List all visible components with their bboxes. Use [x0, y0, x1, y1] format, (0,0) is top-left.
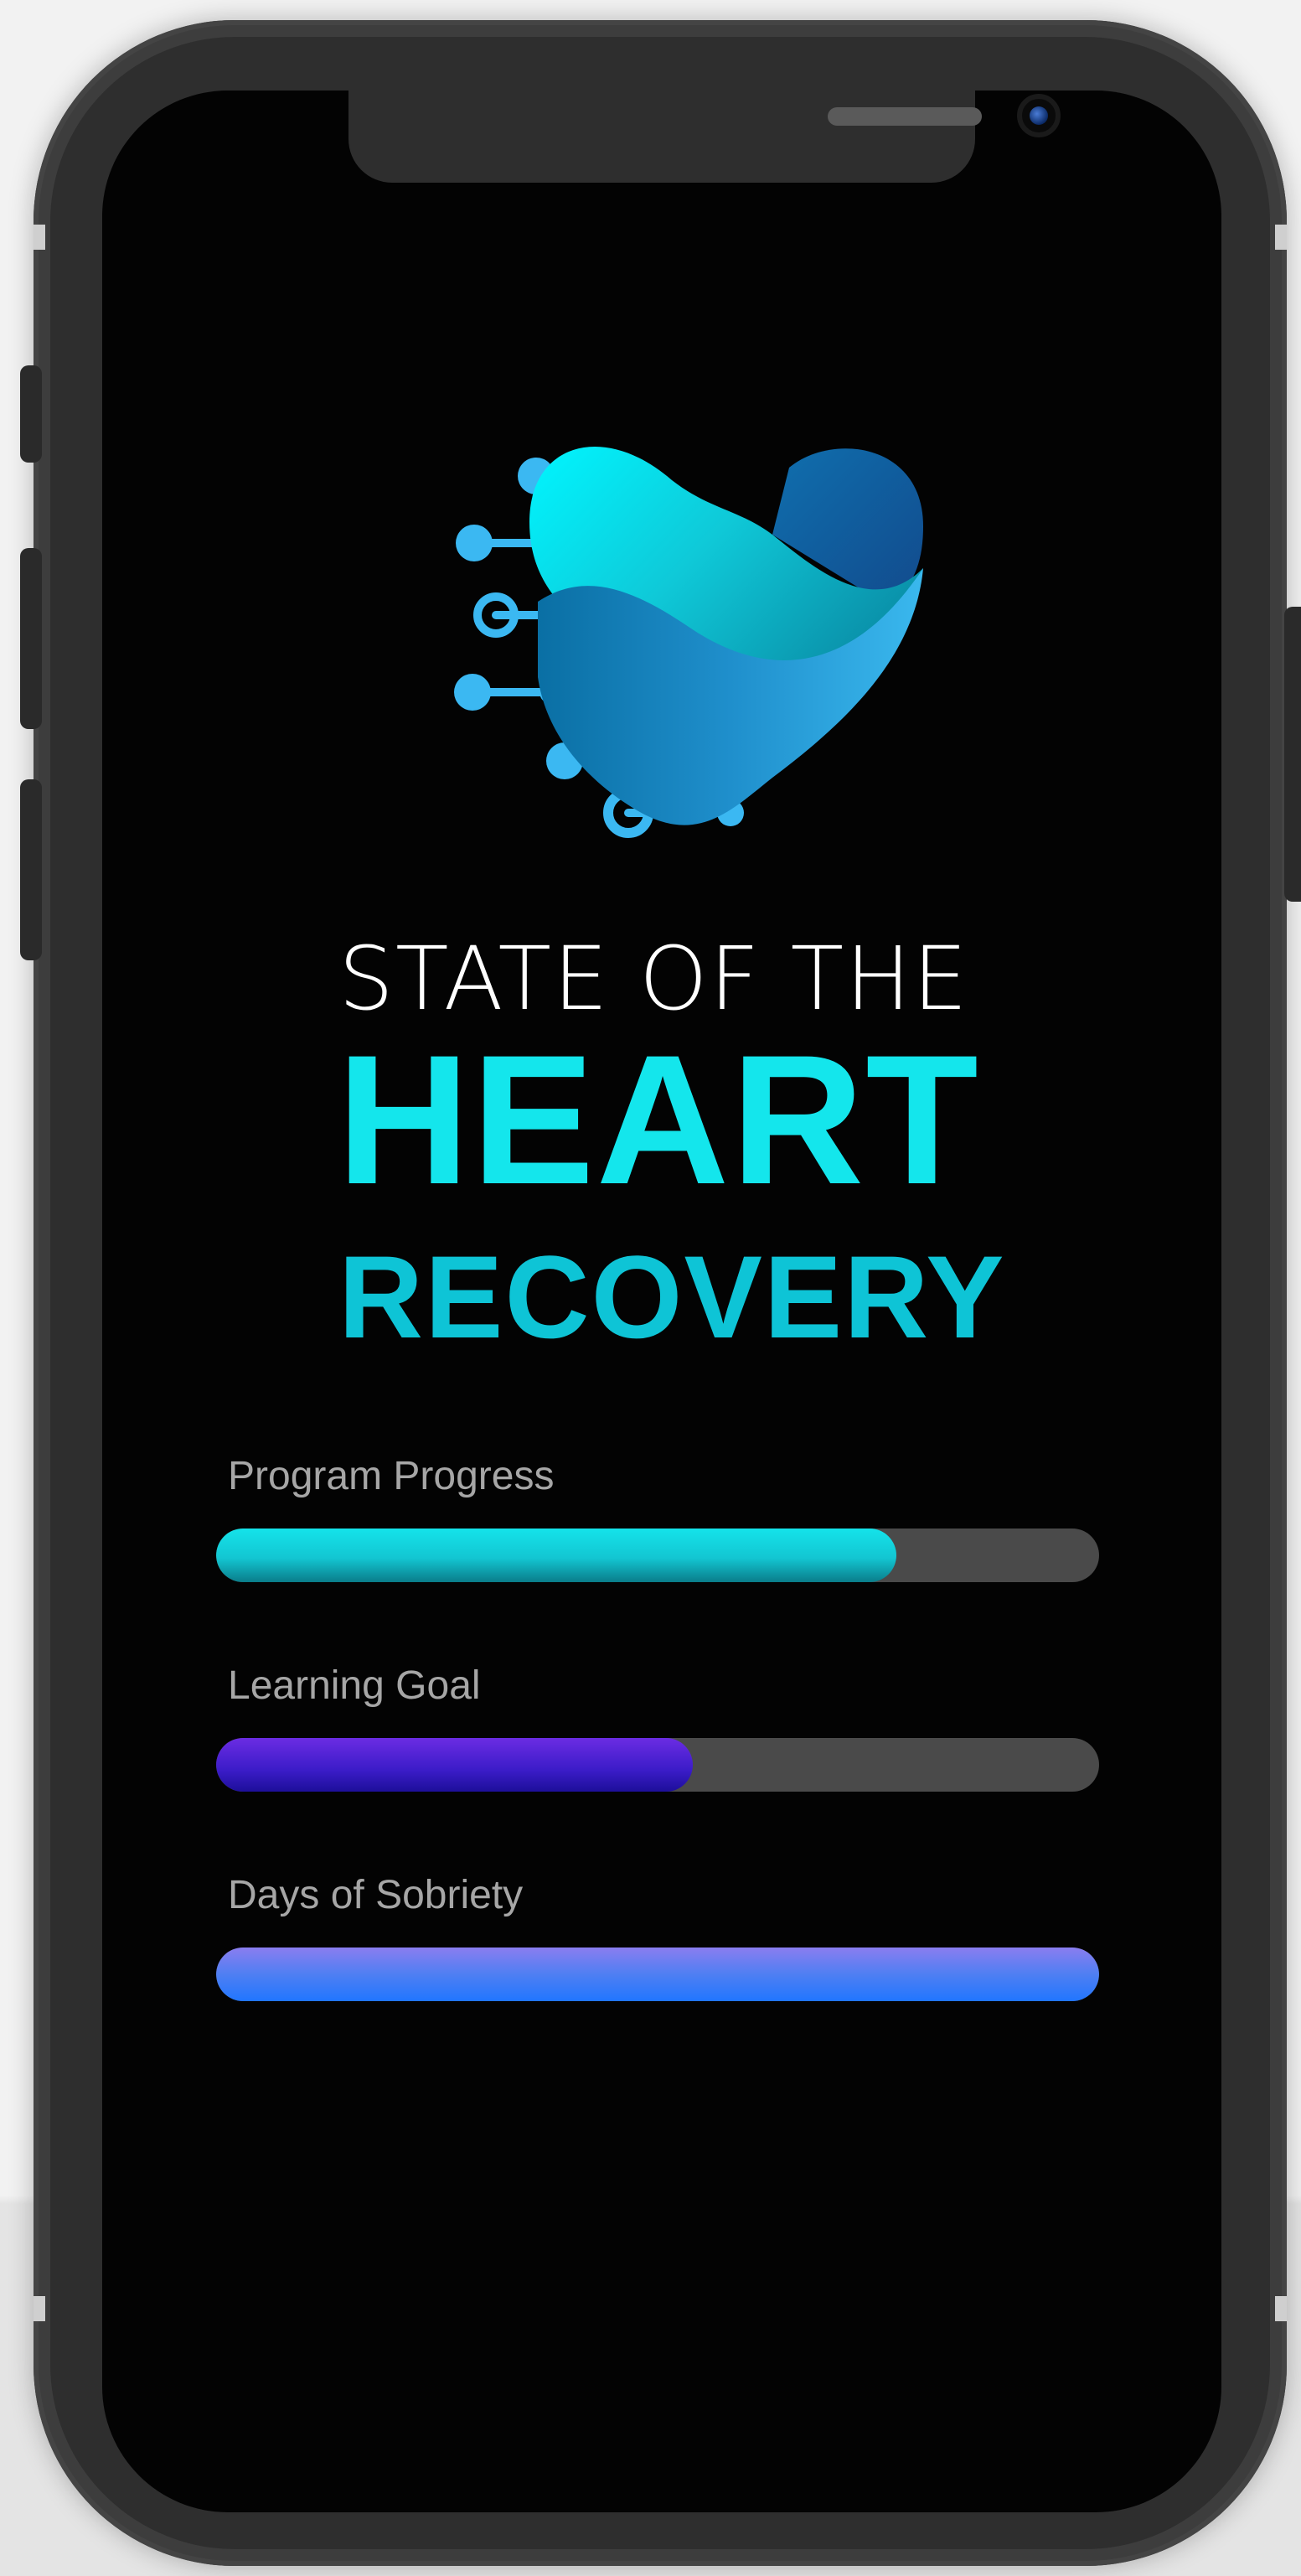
front-camera-icon: [1017, 94, 1061, 137]
progress-fill: [216, 1738, 694, 1792]
metric-label: Days of Sobriety: [228, 1873, 524, 1917]
volume-down-button: [20, 779, 42, 960]
progress-fill: [216, 1529, 896, 1582]
power-button: [1284, 607, 1301, 902]
title-line-recovery: RECOVERY: [338, 1231, 1006, 1363]
progress-fill: [216, 1948, 1099, 2001]
mute-switch: [20, 365, 42, 463]
progress-track: [216, 1738, 1099, 1792]
notch: [348, 91, 1061, 183]
metric-label: Learning Goal: [228, 1663, 481, 1708]
progress-track: [216, 1529, 1099, 1582]
antenna-band: [34, 225, 45, 250]
speaker-icon: [828, 107, 982, 126]
title-line-heart: HEART: [337, 1016, 980, 1223]
antenna-band: [1275, 2296, 1287, 2321]
antenna-band: [34, 2296, 45, 2321]
app-screen: STATE OF THE HEART RECOVERY Program Prog…: [102, 91, 1221, 2512]
heart-circuit-logo-icon: [454, 446, 923, 838]
metric-label: Program Progress: [228, 1454, 555, 1498]
progress-track: [216, 1948, 1099, 2001]
volume-up-button: [20, 548, 42, 729]
title-line-state-of-the: STATE OF THE: [338, 928, 970, 1030]
antenna-band: [1275, 225, 1287, 250]
